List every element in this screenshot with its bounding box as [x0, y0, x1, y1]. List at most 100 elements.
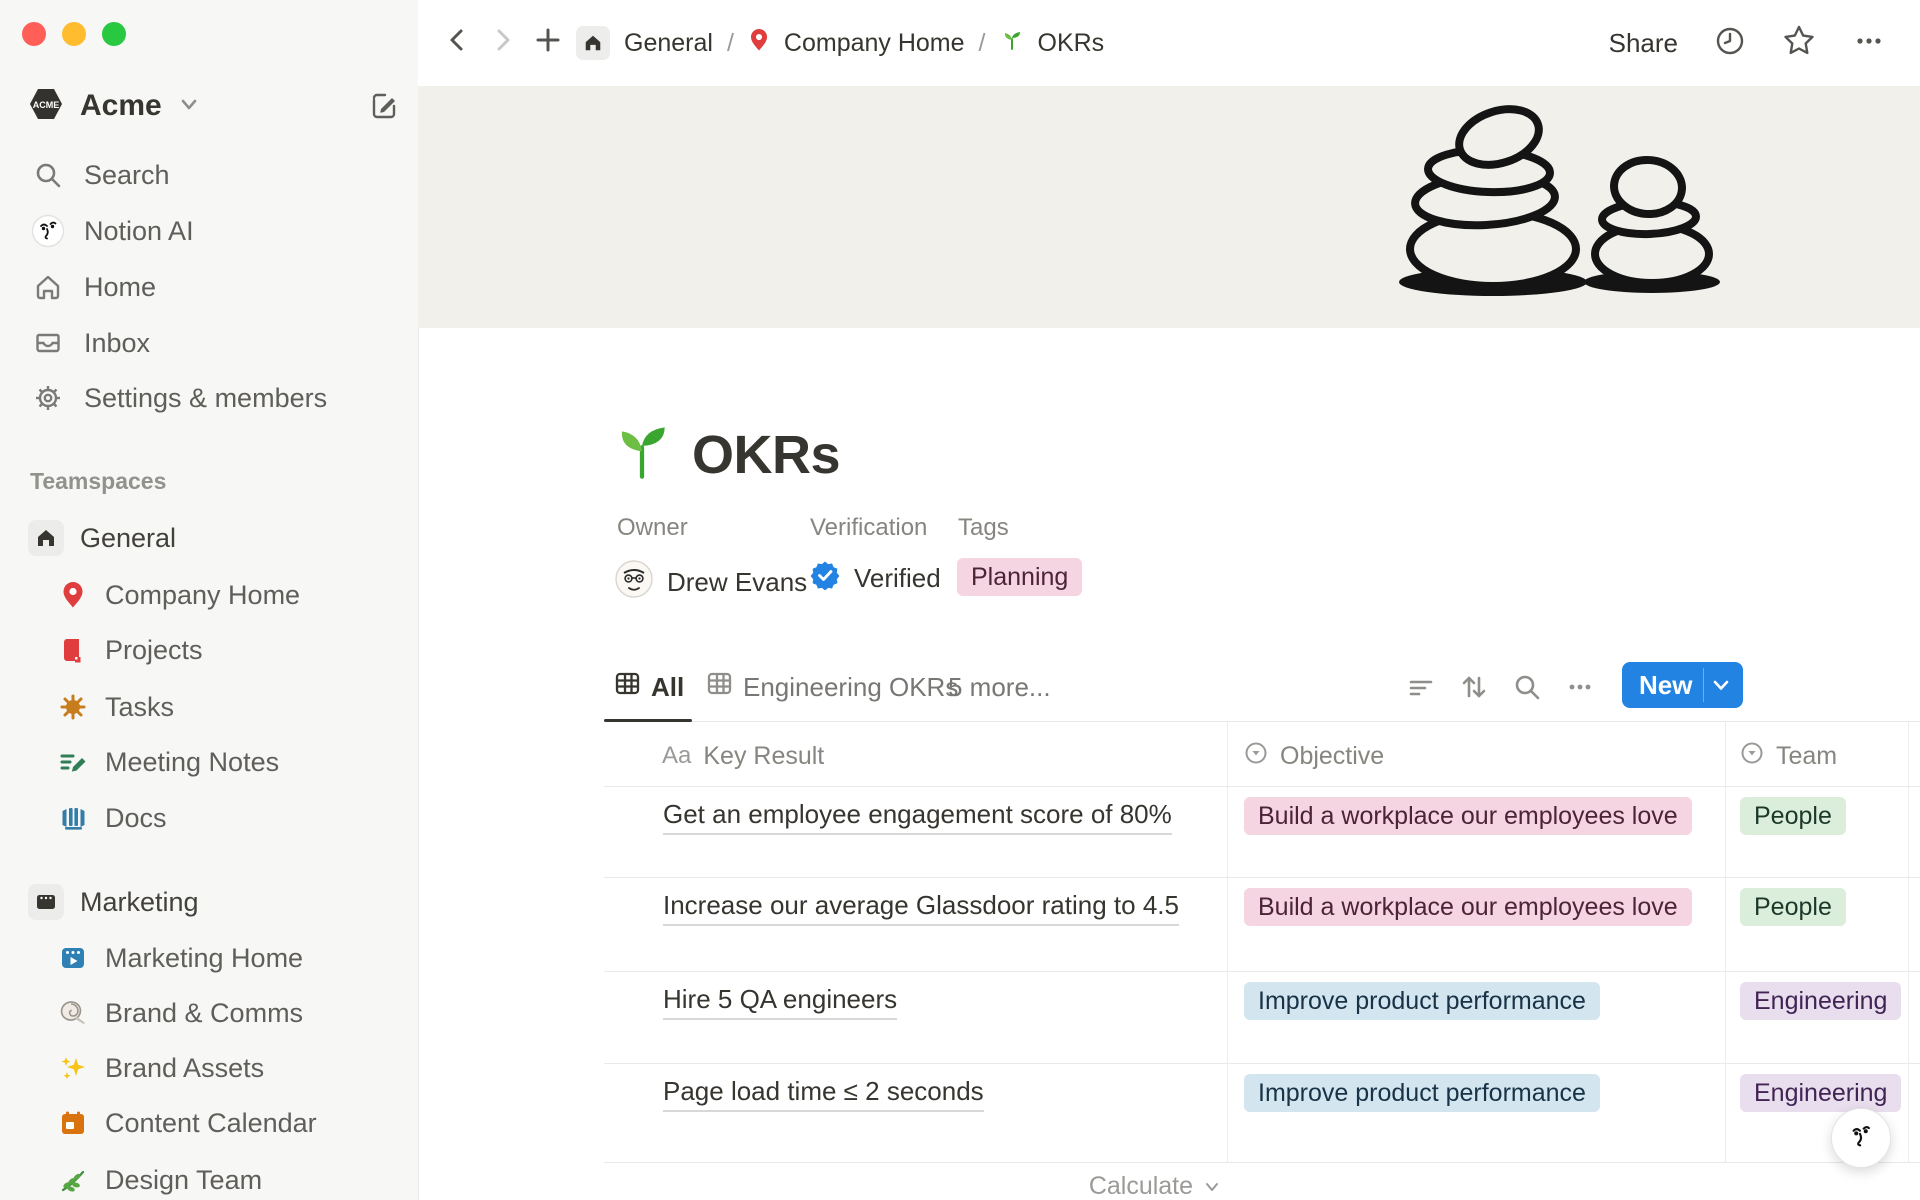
sidebar-item-home[interactable]: Home — [28, 261, 156, 313]
team-tag[interactable]: People — [1740, 888, 1846, 926]
more-dots-icon[interactable] — [1852, 24, 1886, 63]
table-row-key-result[interactable]: Increase our average Glassdoor rating to… — [663, 890, 1179, 926]
sidebar-item-projects[interactable]: Projects — [55, 624, 203, 676]
team-tag[interactable]: Engineering — [1740, 1074, 1901, 1112]
row-divider — [604, 1063, 1920, 1064]
row-divider — [604, 877, 1920, 878]
blue-docs-icon — [55, 804, 91, 832]
tabs-divider — [604, 721, 1920, 722]
breadcrumb-separator: / — [727, 29, 734, 58]
clock-history-icon[interactable] — [1714, 25, 1746, 62]
page-emoji seedling-icon[interactable] — [610, 418, 674, 487]
filter-icon[interactable] — [1406, 672, 1436, 702]
breadcrumb-company-home[interactable]: Company Home — [784, 29, 965, 58]
close-window-button[interactable] — [22, 22, 46, 46]
home-badge-icon[interactable] — [576, 26, 610, 60]
sidebar-item-label: Marketing Home — [105, 943, 303, 974]
calculate-button[interactable]: Calculate — [1020, 1172, 1220, 1200]
blue-clapper-play-icon — [55, 944, 91, 972]
sidebar-item-company-home[interactable]: Company Home — [55, 569, 300, 621]
tab-engineering-okrs[interactable]: Engineering OKRs — [706, 660, 958, 714]
breadcrumb-okrs[interactable]: OKRs — [1038, 29, 1105, 58]
sidebar-item-marketing-home[interactable]: Marketing Home — [55, 932, 303, 984]
column-header-key-result[interactable]: Aa Key Result — [662, 738, 824, 774]
chevron-down-icon — [178, 93, 200, 120]
sidebar-item-label: Docs — [105, 803, 167, 834]
zoom-window-button[interactable] — [102, 22, 126, 46]
sort-icon[interactable] — [1459, 672, 1489, 702]
table-row-key-result[interactable]: Page load time ≤ 2 seconds — [663, 1076, 984, 1112]
column-divider[interactable] — [1725, 722, 1726, 1162]
sidebar-item-search[interactable]: Search — [28, 149, 170, 201]
share-button[interactable]: Share — [1609, 28, 1678, 59]
sidebar-item-settings[interactable]: Settings & members — [28, 372, 327, 424]
sidebar-item-label: Design Team — [105, 1165, 262, 1196]
sidebar-item-inbox[interactable]: Inbox — [28, 317, 150, 369]
team-tag[interactable]: People — [1740, 797, 1846, 835]
search-icon[interactable] — [1512, 672, 1542, 702]
objective-tag[interactable]: Improve product performance — [1244, 1074, 1600, 1112]
new-button[interactable]: New — [1622, 662, 1743, 708]
column-header-label: Key Result — [703, 742, 824, 771]
workspace-name: Acme — [80, 89, 162, 123]
sidebar-item-docs[interactable]: Docs — [55, 792, 167, 844]
chevron-down-icon[interactable] — [1710, 674, 1732, 701]
column-divider[interactable] — [1908, 722, 1909, 1162]
owner-property-value[interactable]: Drew Evans — [615, 560, 807, 605]
notion-window: ACME Acme Search Notion AI Home Inbox — [0, 0, 1920, 1200]
table-row-key-result[interactable]: Get an employee engagement score of 80% — [663, 799, 1172, 835]
sidebar-item-meeting-notes[interactable]: Meeting Notes — [55, 736, 279, 788]
forward-chevron-icon[interactable] — [490, 25, 516, 62]
notion-ai-floating-button[interactable] — [1831, 1108, 1891, 1168]
seedling-icon — [1000, 28, 1024, 59]
topbar-actions: Share — [1609, 0, 1886, 86]
column-header-objective[interactable]: Objective — [1244, 738, 1384, 774]
tab-all[interactable]: All — [614, 660, 684, 714]
sidebar-item-label: Brand Assets — [105, 1053, 264, 1084]
search-icon — [28, 161, 68, 189]
topbar: General / Company Home / OKRs Share — [418, 0, 1920, 86]
sidebar-item-brand-comms[interactable]: Brand & Comms — [55, 987, 303, 1039]
compose-icon[interactable] — [368, 90, 400, 127]
avatar — [615, 560, 653, 605]
back-chevron-icon[interactable] — [444, 25, 470, 62]
sidebar-item-design-team[interactable]: Design Team — [55, 1154, 262, 1200]
breadcrumb-general[interactable]: General — [624, 29, 713, 58]
select-circle-icon — [1244, 741, 1268, 772]
objective-tag[interactable]: Improve product performance — [1244, 982, 1600, 1020]
sidebar-teamspace-general[interactable]: General — [28, 512, 176, 564]
sidebar-item-brand-assets[interactable]: Brand Assets — [55, 1042, 264, 1094]
active-tab-underline — [604, 719, 692, 722]
breadcrumb-separator: / — [979, 29, 986, 58]
tag-planning[interactable]: Planning — [957, 558, 1082, 596]
sidebar-item-tasks[interactable]: Tasks — [55, 681, 174, 733]
sidebar-item-label: Notion AI — [84, 216, 194, 247]
tags-property-label: Tags — [958, 514, 1009, 542]
objective-tag[interactable]: Build a workplace our employees love — [1244, 888, 1692, 926]
minimize-window-button[interactable] — [62, 22, 86, 46]
seashell-icon — [55, 999, 91, 1027]
sidebar-teamspace-marketing[interactable]: Marketing — [28, 876, 199, 928]
plus-icon[interactable] — [534, 26, 562, 61]
orange-calendar-icon — [55, 1109, 91, 1137]
sidebar-item-content-calendar[interactable]: Content Calendar — [55, 1097, 317, 1149]
verification-status: Verified — [854, 563, 941, 594]
sidebar-item-label: Tasks — [105, 692, 174, 723]
more-dots-icon[interactable] — [1565, 672, 1595, 702]
team-tag[interactable]: Engineering — [1740, 982, 1901, 1020]
verification-property-value[interactable]: Verified — [810, 560, 941, 597]
map-pin-icon — [748, 27, 770, 60]
table-row-key-result[interactable]: Hire 5 QA engineers — [663, 984, 897, 1020]
house-icon — [28, 520, 64, 556]
column-header-team[interactable]: Team — [1740, 738, 1837, 774]
row-divider — [604, 786, 1920, 787]
page-title: OKRs — [692, 424, 840, 486]
workspace-switcher[interactable]: ACME Acme — [28, 86, 200, 126]
verified-badge-icon — [810, 560, 840, 597]
sidebar-item-notion-ai[interactable]: Notion AI — [28, 205, 194, 257]
column-divider[interactable] — [1227, 722, 1228, 1162]
objective-tag[interactable]: Build a workplace our employees love — [1244, 797, 1692, 835]
star-icon[interactable] — [1782, 24, 1816, 63]
red-book-icon — [55, 636, 91, 664]
tabs-more-button[interactable]: 5 more... — [948, 660, 1051, 714]
